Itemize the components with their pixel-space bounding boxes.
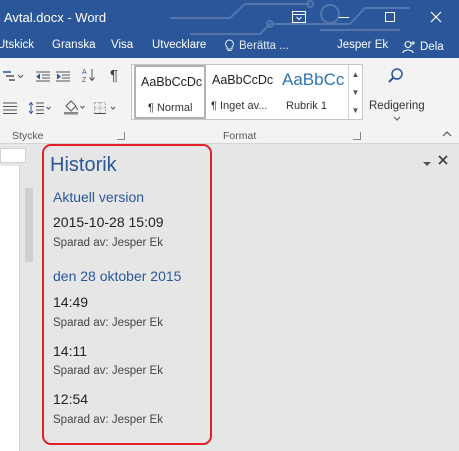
close-icon <box>430 11 442 23</box>
user-name[interactable]: Jesper Ek <box>337 39 388 51</box>
caret-down-icon <box>423 162 431 166</box>
paragraph-dialog-launcher-icon[interactable] <box>117 132 125 140</box>
multilevel-list-button[interactable] <box>0 67 26 85</box>
highlight-annotation-box <box>42 144 212 445</box>
styles-dialog-launcher-icon[interactable] <box>353 132 361 140</box>
ribbon-display-icon <box>292 11 306 23</box>
gallery-up-button[interactable]: ▲ <box>349 65 362 83</box>
chevron-up-icon: ▲ <box>351 69 360 79</box>
ribbon: A Z ¶ Stycke AaBbCcDc ¶ Normal AaBbCcDc … <box>0 58 459 144</box>
increase-indent-icon <box>56 71 70 82</box>
editing-button[interactable]: Redigering <box>366 62 430 128</box>
lightbulb-icon <box>225 39 234 51</box>
tab-utvecklare[interactable]: Utvecklare <box>152 39 206 51</box>
magnifier-icon <box>388 68 403 83</box>
sort-button[interactable]: A Z <box>80 66 98 84</box>
maximize-icon <box>385 12 395 22</box>
document-page[interactable] <box>0 166 20 451</box>
borders-button[interactable] <box>92 99 120 117</box>
minimize-button[interactable] <box>321 4 367 30</box>
document-scrollbar[interactable] <box>24 166 34 426</box>
tab-visa[interactable]: Visa <box>111 39 133 51</box>
styles-gallery-scroll: ▲ ▼ ▼ <box>348 65 362 119</box>
paint-bucket-icon <box>64 100 85 115</box>
history-pane: Historik Aktuell version 2015-10-28 15:0… <box>42 144 459 451</box>
justify-icon <box>3 102 17 114</box>
close-icon <box>438 155 448 165</box>
gallery-more-button[interactable]: ▼ <box>349 101 362 119</box>
pane-close-button[interactable] <box>437 154 449 169</box>
gallery-down-button[interactable]: ▼ <box>349 83 362 101</box>
collapse-ribbon-button[interactable] <box>441 129 453 141</box>
decrease-indent-icon <box>36 71 50 82</box>
svg-text:Z: Z <box>82 77 87 83</box>
editing-label: Redigering <box>369 100 425 112</box>
maximize-button[interactable] <box>367 4 413 30</box>
vertical-ruler-corner <box>0 148 26 163</box>
share-button[interactable]: Dela <box>396 36 450 58</box>
tab-granska[interactable]: Granska <box>52 39 95 51</box>
styles-gallery: AaBbCcDc ¶ Normal AaBbCcDc ¶ Inget av...… <box>131 64 363 120</box>
show-formatting-button[interactable]: ¶ <box>106 66 122 84</box>
person-icon <box>402 40 415 54</box>
style-name: ¶ Inget av... <box>211 100 268 112</box>
close-window-button[interactable] <box>413 4 459 30</box>
pilcrow-icon: ¶ <box>109 66 119 84</box>
document-area <box>0 144 42 451</box>
tell-me-label: Berätta ... <box>239 39 289 52</box>
tab-utskick[interactable]: Utskick <box>0 39 34 51</box>
style-sample: AaBbCc <box>282 70 345 89</box>
chevron-down-icon: ▼ <box>351 87 360 97</box>
style-sample: AaBbCcDc <box>212 73 274 87</box>
chevron-up-icon <box>442 131 452 137</box>
sort-az-icon: A Z <box>82 69 95 83</box>
chevron-down-icon <box>393 116 401 121</box>
pane-options-button[interactable] <box>422 156 432 171</box>
style-sample: AaBbCcDc <box>141 75 203 89</box>
paragraph-group-label: Stycke <box>12 130 44 142</box>
increase-indent-button[interactable] <box>54 67 72 85</box>
minimize-icon <box>339 17 349 18</box>
style-name: ¶ Normal <box>148 102 193 114</box>
borders-icon <box>94 102 116 114</box>
shading-button[interactable] <box>62 98 88 116</box>
style-heading-1[interactable]: AaBbCc Rubrik 1 <box>277 65 347 119</box>
share-label: Dela <box>420 41 444 53</box>
more-icon: ▼ <box>351 105 360 115</box>
svg-text:A: A <box>82 69 87 76</box>
style-normal[interactable]: AaBbCcDc ¶ Normal <box>134 65 206 119</box>
tell-me-box[interactable]: Berätta ... <box>224 39 289 52</box>
ribbon-display-options-button[interactable] <box>276 4 322 30</box>
justify-button[interactable] <box>0 99 20 117</box>
decrease-indent-button[interactable] <box>34 67 52 85</box>
window-title: Avtal.docx - Word <box>4 10 107 25</box>
line-spacing-icon <box>28 101 51 115</box>
ribbon-tab-bar: Utskick Granska Visa Utvecklare Berätta … <box>0 36 459 58</box>
style-name: Rubrik 1 <box>286 100 327 112</box>
style-no-spacing[interactable]: AaBbCcDc ¶ Inget av... <box>207 65 279 119</box>
styles-group-label: Format <box>223 130 257 142</box>
scrollbar-thumb[interactable] <box>25 188 33 262</box>
title-bar: Avtal.docx - Word <box>0 0 459 36</box>
paragraph-group: A Z ¶ Stycke <box>0 58 128 144</box>
line-spacing-button[interactable] <box>27 99 53 117</box>
multilevel-list-icon <box>3 71 24 81</box>
